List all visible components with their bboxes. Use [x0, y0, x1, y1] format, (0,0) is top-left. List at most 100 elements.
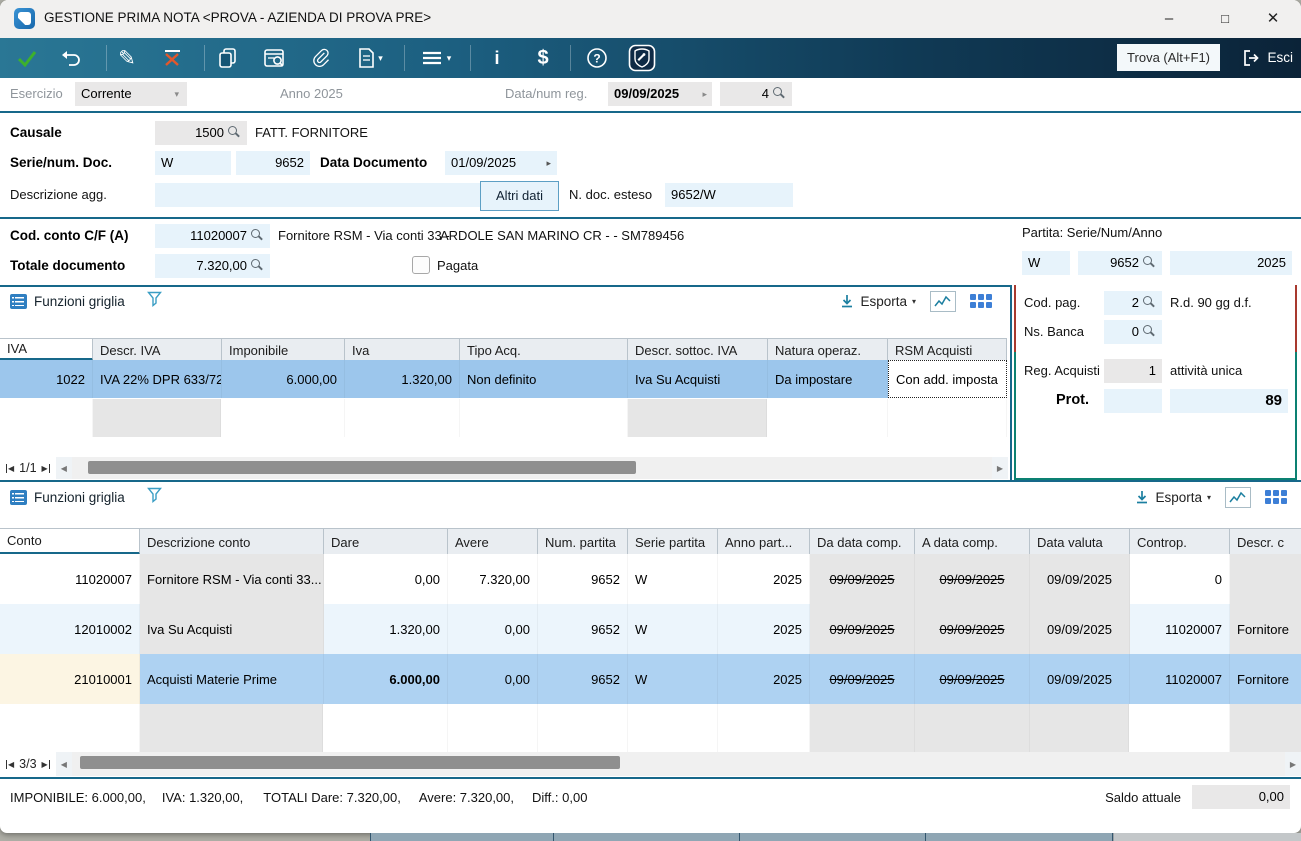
- prot-serie-field[interactable]: [1104, 389, 1162, 413]
- cod-pag-field[interactable]: 2: [1104, 291, 1162, 315]
- dare-cell[interactable]: 6.000,00: [324, 654, 448, 704]
- scroll-right-button[interactable]: ▶: [1285, 760, 1301, 769]
- magnifier-icon[interactable]: [1143, 325, 1156, 338]
- esercizio-select[interactable]: Corrente ▾: [75, 82, 187, 106]
- iva-grid-row-empty[interactable]: [0, 399, 1007, 437]
- dare-cell[interactable]: 0,00: [324, 554, 448, 604]
- controp-col-header[interactable]: Controp.: [1130, 529, 1230, 555]
- conto-cell[interactable]: 12010002: [0, 604, 140, 654]
- chart-button[interactable]: [1225, 487, 1251, 508]
- magnifier-icon[interactable]: [773, 87, 786, 100]
- descr-iva-cell[interactable]: IVA 22% DPR 633/72: [93, 360, 222, 398]
- natura-operaz-cell[interactable]: Da impostare: [768, 360, 888, 398]
- imponibile-col-header[interactable]: Imponibile: [222, 339, 345, 361]
- anno-partita-col-header[interactable]: Anno part...: [718, 529, 810, 555]
- descr-sottoc-col-header[interactable]: Descr. sottoc. IVA: [628, 339, 768, 361]
- descrizione-col-header[interactable]: Descrizione conto: [140, 529, 324, 555]
- controp-cell[interactable]: 11020007: [1130, 604, 1230, 654]
- magnifier-icon[interactable]: [251, 259, 264, 272]
- controp-cell[interactable]: 0: [1130, 554, 1230, 604]
- dare-cell[interactable]: 1.320,00: [324, 604, 448, 654]
- list-menu-button[interactable]: ▾: [410, 38, 462, 78]
- conti-grid-row-selected[interactable]: 21010001 Acquisti Materie Prime 6.000,00…: [0, 654, 1301, 704]
- assistant-button[interactable]: [624, 38, 660, 78]
- conti-hscrollbar-track[interactable]: [72, 752, 1285, 776]
- conto-col-header[interactable]: Conto: [0, 529, 140, 555]
- anno-partita-cell[interactable]: 2025: [718, 554, 810, 604]
- help-button[interactable]: ?: [578, 38, 616, 78]
- esporta-button[interactable]: Esporta ▾: [1134, 489, 1211, 505]
- copy-button[interactable]: [208, 38, 248, 78]
- attachments-button[interactable]: [302, 38, 340, 78]
- registry-search-button[interactable]: [254, 38, 296, 78]
- iva-col-header[interactable]: IVA: [0, 339, 93, 361]
- a-data-col-header[interactable]: A data comp.: [915, 529, 1030, 555]
- descr-sottoc-cell[interactable]: Iva Su Acquisti: [628, 360, 768, 398]
- serie-partita-col-header[interactable]: Serie partita: [628, 529, 718, 555]
- funzioni-griglia-button[interactable]: Funzioni griglia: [10, 294, 125, 309]
- find-shortcut-badge[interactable]: Trova (Alt+F1): [1117, 44, 1220, 71]
- serie-doc-field[interactable]: W: [155, 151, 231, 175]
- ns-banca-field[interactable]: 0: [1104, 320, 1162, 344]
- num-partita-cell[interactable]: 9652: [538, 554, 628, 604]
- num-partita-cell[interactable]: 9652: [538, 604, 628, 654]
- undo-button[interactable]: [52, 38, 90, 78]
- iva-cell[interactable]: 1022: [0, 360, 93, 398]
- anno-partita-cell[interactable]: 2025: [718, 604, 810, 654]
- partita-anno-field[interactable]: 2025: [1170, 251, 1292, 275]
- magnifier-icon[interactable]: [251, 229, 264, 242]
- conto-cell[interactable]: 11020007: [0, 554, 140, 604]
- num-reg-field[interactable]: 4: [720, 82, 792, 106]
- avere-cell[interactable]: 0,00: [448, 654, 538, 704]
- tipo-acq-cell[interactable]: Non definito: [460, 360, 628, 398]
- chart-button[interactable]: [930, 291, 956, 312]
- magnifier-icon[interactable]: [1143, 296, 1156, 309]
- serie-partita-cell[interactable]: W: [628, 554, 718, 604]
- close-button[interactable]: ✕: [1253, 6, 1293, 32]
- descr-iva-col-header[interactable]: Descr. IVA: [93, 339, 222, 361]
- edit-button[interactable]: ✎: [108, 38, 146, 78]
- imponibile-cell[interactable]: 6.000,00: [222, 360, 345, 398]
- num-partita-cell[interactable]: 9652: [538, 654, 628, 704]
- dare-col-header[interactable]: Dare: [324, 529, 448, 555]
- data-valuta-col-header[interactable]: Data valuta: [1030, 529, 1130, 555]
- delete-button[interactable]: [152, 38, 192, 78]
- tipo-acq-col-header[interactable]: Tipo Acq.: [460, 339, 628, 361]
- iva-importo-col-header[interactable]: Iva: [345, 339, 460, 361]
- document-menu-button[interactable]: ▾: [346, 38, 394, 78]
- iva-hscrollbar-track[interactable]: [72, 457, 992, 479]
- scroll-left-button[interactable]: ◀: [56, 464, 72, 473]
- pagata-checkbox[interactable]: [412, 256, 430, 274]
- scroll-right-button[interactable]: ▶: [992, 464, 1008, 473]
- data-documento-field[interactable]: 01/09/2025 ▸: [445, 151, 557, 175]
- layout-grid-button[interactable]: [970, 294, 992, 308]
- esporta-button[interactable]: Esporta ▾: [839, 293, 916, 309]
- first-page-button[interactable]: ◀: [6, 464, 14, 473]
- cod-conto-field[interactable]: 11020007: [155, 224, 270, 248]
- altri-dati-button[interactable]: Altri dati: [480, 181, 559, 211]
- rsm-acquisti-cell-focused[interactable]: Con add. imposta: [888, 360, 1007, 398]
- last-page-button[interactable]: ▶: [42, 464, 50, 473]
- last-page-button[interactable]: ▶: [42, 760, 50, 769]
- avere-cell[interactable]: 7.320,00: [448, 554, 538, 604]
- layout-grid-button[interactable]: [1265, 490, 1287, 504]
- anno-partita-cell[interactable]: 2025: [718, 654, 810, 704]
- exit-button[interactable]: Esci: [1241, 44, 1293, 71]
- controp-cell[interactable]: 11020007: [1130, 654, 1230, 704]
- reg-acquisti-field[interactable]: 1: [1104, 359, 1162, 383]
- info-button[interactable]: i: [478, 38, 516, 78]
- prot-num-field[interactable]: 89: [1170, 389, 1288, 413]
- iva-importo-cell[interactable]: 1.320,00: [345, 360, 460, 398]
- conti-grid-row[interactable]: 12010002 Iva Su Acquisti 1.320,00 0,00 9…: [0, 604, 1301, 655]
- funzioni-griglia-button[interactable]: Funzioni griglia: [10, 490, 125, 505]
- totale-documento-field[interactable]: 7.320,00: [155, 254, 270, 278]
- iva-hscrollbar-thumb[interactable]: [88, 461, 636, 474]
- first-page-button[interactable]: ◀: [6, 760, 14, 769]
- num-doc-field[interactable]: 9652: [236, 151, 310, 175]
- num-partita-col-header[interactable]: Num. partita: [538, 529, 628, 555]
- confirm-button[interactable]: [8, 38, 46, 78]
- magnifier-icon[interactable]: [1143, 256, 1156, 269]
- scroll-left-button[interactable]: ◀: [56, 760, 72, 769]
- descr-controp-col-header[interactable]: Descr. c: [1230, 529, 1301, 555]
- conti-grid-row-empty[interactable]: [0, 704, 1301, 752]
